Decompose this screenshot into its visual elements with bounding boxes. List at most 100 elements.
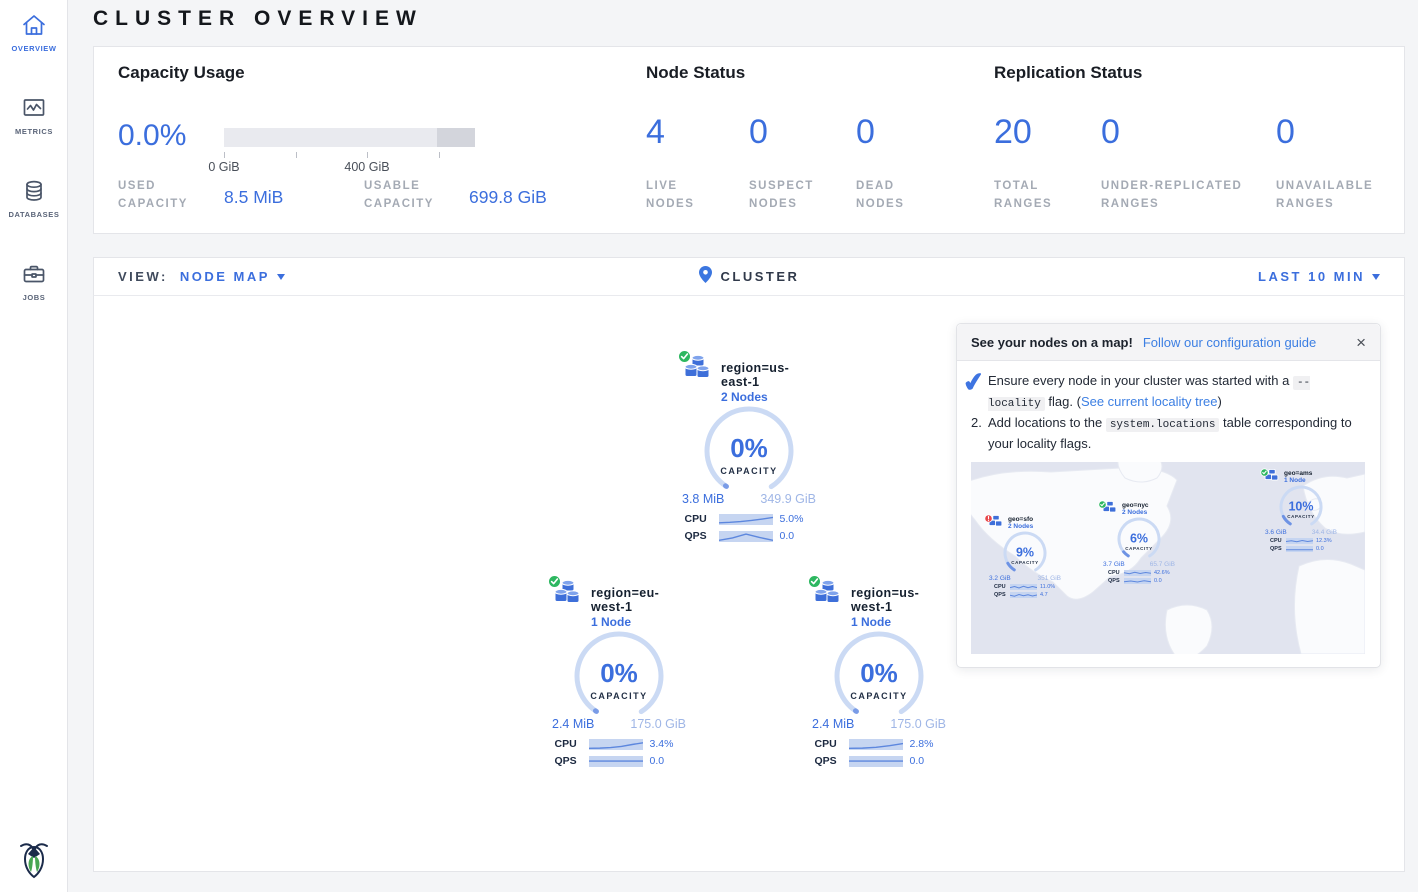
capacity-gauge: 0% CAPACITY: [697, 404, 801, 496]
healthy-status-icon: [807, 574, 822, 594]
capacity-caption: CAPACITY: [720, 466, 777, 476]
cpu-sparkline: [719, 514, 773, 525]
usable-capacity-value: 699.8 GiB: [469, 187, 547, 208]
healthy-status-icon: [677, 349, 692, 369]
cockroachdb-logo: [0, 839, 68, 884]
svg-text:9%: 9%: [1016, 546, 1034, 560]
cpu-metric-row: CPU 3.4%: [549, 738, 689, 750]
svg-text:CAPACITY: CAPACITY: [1011, 560, 1038, 565]
sidebar-item-jobs[interactable]: JOBS: [0, 249, 68, 302]
healthy-status-icon: [547, 574, 562, 594]
briefcase-icon: [0, 261, 68, 287]
configuration-guide-link[interactable]: Follow our configuration guide: [1143, 335, 1316, 350]
capacity-gauge: 0% CAPACITY: [827, 629, 931, 721]
locality-name: region=us-west-1: [851, 580, 949, 614]
breadcrumb[interactable]: CLUSTER: [721, 269, 800, 284]
unavailable-ranges-value: 0: [1276, 113, 1295, 152]
check-icon: ✔: [960, 362, 987, 404]
locality-us-west-1: region=us-west-1 1 Node 0% CAPACITY 2.4 …: [809, 580, 949, 767]
capacity-percent: 0%: [600, 658, 638, 688]
capacity-gauge: 9% CAPACITY: [998, 530, 1052, 578]
locality-header: region=us-east-1 2 Nodes: [679, 355, 819, 404]
healthy-status-icon: [1260, 464, 1269, 482]
sidebar-item-label: METRICS: [0, 127, 68, 136]
capacity-caption: CAPACITY: [850, 691, 907, 701]
preview-locality-nyc: geo=nyc 2 Nodes 6% CAPACITY 3.7 GiB: [1099, 500, 1179, 584]
capacity-bar: [224, 128, 475, 147]
cpu-sparkline: [589, 739, 643, 750]
time-range-selector[interactable]: LAST 10 MIN: [1258, 269, 1365, 284]
live-nodes-value: 4: [646, 113, 665, 152]
node-group-icon: [1102, 500, 1118, 514]
qps-sparkline: [719, 531, 773, 542]
axis-tick: [439, 152, 440, 158]
locality-used-capacity: 2.4 MiB: [812, 717, 854, 731]
tooltip-step-1: ✔ Ensure every node in your cluster was …: [971, 371, 1366, 412]
database-icon: [0, 178, 68, 204]
sidebar-item-overview[interactable]: OVERVIEW: [0, 0, 68, 53]
tooltip-header: See your nodes on a map! Follow our conf…: [957, 324, 1380, 361]
svg-text:10%: 10%: [1288, 500, 1313, 514]
locality-total-capacity: 175.0 GiB: [630, 717, 686, 731]
capacity-gauge: 6% CAPACITY: [1112, 516, 1166, 564]
qps-sparkline: [849, 756, 903, 767]
cpu-sparkline: [849, 739, 903, 750]
chevron-down-icon[interactable]: [277, 274, 285, 280]
locality-name: geo=nyc: [1122, 500, 1149, 509]
locality-tree-link[interactable]: See current locality tree: [1081, 394, 1218, 409]
node-group-icon: [553, 580, 583, 606]
preview-locality-ams: geo=ams 1 Node 10% CAPACITY 3.6 GiB: [1261, 468, 1341, 552]
total-ranges-value: 20: [994, 113, 1032, 152]
axis-tick: [296, 152, 297, 158]
locality-total-capacity: 175.0 GiB: [890, 717, 946, 731]
view-selector[interactable]: NODE MAP: [180, 269, 270, 284]
sidebar-item-databases[interactable]: DATABASES: [0, 166, 68, 219]
map-configuration-tooltip: See your nodes on a map! Follow our conf…: [956, 323, 1381, 668]
total-ranges-label: TOTALRANGES: [994, 178, 1052, 214]
locality-total-capacity: 349.9 GiB: [760, 492, 816, 506]
locality-nodes-link[interactable]: 2 Nodes: [721, 390, 819, 404]
node-status-title: Node Status: [646, 63, 745, 83]
locality-name: region=eu-west-1: [591, 580, 689, 614]
node-group-icon: [1264, 468, 1280, 482]
sidebar: OVERVIEW METRICS DATABASES: [0, 0, 68, 892]
qps-metric-row: QPS 0.0: [809, 755, 949, 767]
qps-metric-row: QPS 0.0: [549, 755, 689, 767]
capacity-used-percent: 0.0%: [118, 119, 186, 153]
sidebar-item-metrics[interactable]: METRICS: [0, 83, 68, 136]
axis-tick: [224, 152, 225, 158]
cpu-metric-row: CPU 2.8%: [809, 738, 949, 750]
dead-nodes-label: DEADNODES: [856, 178, 904, 214]
sidebar-item-label: DATABASES: [0, 210, 68, 219]
sidebar-item-label: OVERVIEW: [0, 44, 68, 53]
qps-metric-row: QPS 0.0: [679, 530, 819, 542]
locality-nodes-link[interactable]: 1 Node: [851, 615, 949, 629]
node-group-icon: [683, 355, 713, 381]
capacity-bar-segment: [437, 128, 475, 147]
locality-nodes-link[interactable]: 1 Node: [591, 615, 689, 629]
under-replicated-ranges-label: UNDER-REPLICATEDRANGES: [1101, 178, 1242, 214]
locality-used-capacity: 2.4 MiB: [552, 717, 594, 731]
close-icon[interactable]: ×: [1356, 334, 1366, 351]
preview-locality-sfo: geo=sfo 2 Nodes 9% CAPACITY 3.2 GiB: [985, 514, 1065, 598]
locality-header: region=us-west-1 1 Node: [809, 580, 949, 629]
capacity-gauge: 0% CAPACITY: [567, 629, 671, 721]
suspect-nodes-label: SUSPECTNODES: [749, 178, 814, 214]
locality-nodes-link: 1 Node: [1284, 477, 1312, 484]
replication-status-title: Replication Status: [994, 63, 1142, 83]
unavailable-ranges-label: UNAVAILABLERANGES: [1276, 178, 1373, 214]
page-title: CLUSTER OVERVIEW: [93, 5, 1405, 31]
cpu-metric-row: CPU 5.0%: [679, 513, 819, 525]
capacity-caption: CAPACITY: [590, 691, 647, 701]
chevron-down-icon[interactable]: [1372, 274, 1380, 280]
capacity-gauge: 10% CAPACITY: [1274, 484, 1328, 532]
used-capacity-label: USEDCAPACITY: [118, 178, 188, 214]
dead-nodes-value: 0: [856, 113, 875, 152]
svg-text:CAPACITY: CAPACITY: [1287, 514, 1314, 519]
tooltip-body: ✔ Ensure every node in your cluster was …: [957, 361, 1380, 667]
axis-tick: [367, 152, 368, 158]
locality-name: geo=sfo: [1008, 514, 1033, 523]
locality-used-capacity: 3.8 MiB: [682, 492, 724, 506]
tooltip-step-2: 2. Add locations to the system.locations…: [971, 413, 1366, 453]
map-pin-icon: [699, 266, 712, 288]
